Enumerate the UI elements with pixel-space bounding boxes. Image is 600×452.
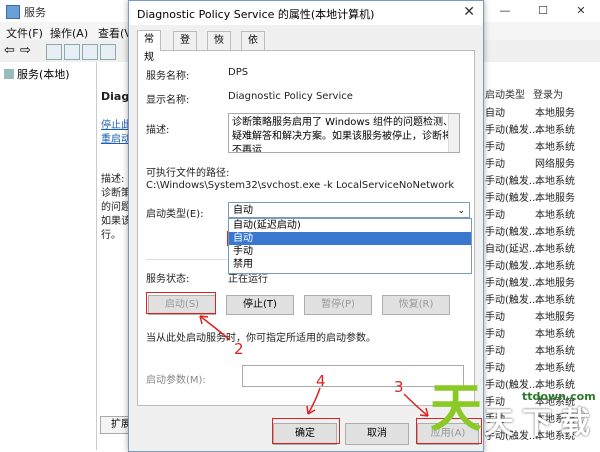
startup-type-dropdown: 自动(延迟启动) 自动 手动 禁用 — [228, 218, 472, 274]
dropdown-option[interactable]: 自动(延迟启动) — [229, 219, 471, 232]
tab-general[interactable]: 常规 — [137, 30, 161, 63]
watermark-char: 天 — [484, 406, 514, 441]
dropdown-option[interactable]: 手动 — [229, 245, 471, 258]
watermark-logo: 天 天 下 载 ttdown.com — [428, 376, 600, 450]
dropdown-option-highlighted[interactable]: 自动 — [229, 232, 471, 245]
annotation-number: 4 — [316, 372, 326, 390]
watermark-char: 载 — [560, 406, 590, 441]
watermark-url: ttdown.com — [522, 390, 596, 403]
watermark-char: 下 — [522, 406, 552, 441]
annotation-number: 2 — [234, 340, 244, 358]
watermark-char: 天 — [430, 379, 483, 439]
annotation-number: 3 — [394, 378, 404, 396]
dropdown-option[interactable]: 禁用 — [229, 258, 471, 271]
